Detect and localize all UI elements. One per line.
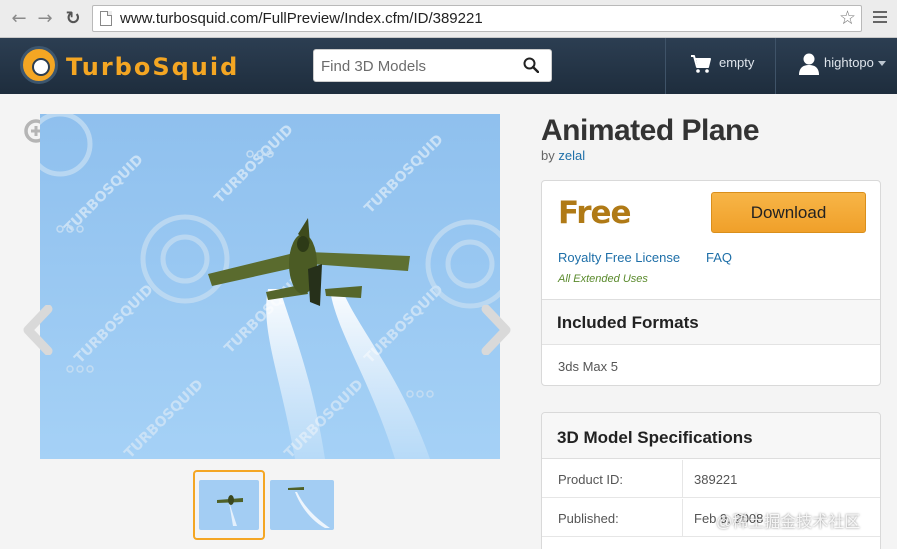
address-bar[interactable]: www.turbosquid.com/FullPreview/Index.cfm…: [92, 5, 862, 32]
author-link[interactable]: zelal: [558, 148, 585, 163]
watermark-text: TURBOSQUID: [72, 282, 157, 367]
watermark-text: TURBOSQUID: [62, 152, 147, 237]
spec-row: Product ID: 389221: [542, 460, 880, 498]
watermark-text: TURBOSQUID: [362, 132, 447, 217]
bookmark-star-icon[interactable]: ☆: [839, 7, 856, 29]
formats-section-header: Included Formats: [542, 299, 880, 345]
cart-icon: [691, 55, 711, 73]
site-logo[interactable]: TurboSquid: [20, 46, 270, 86]
header-divider: [775, 38, 776, 94]
hamburger-icon[interactable]: [873, 11, 887, 25]
price: Free: [558, 195, 632, 231]
cart-label: empty: [719, 55, 755, 70]
faq-link[interactable]: FAQ: [706, 250, 732, 265]
search-icon[interactable]: [523, 57, 539, 73]
search-box: [313, 49, 552, 82]
license-link[interactable]: Royalty Free License: [558, 250, 680, 265]
logo-text: TurboSquid: [66, 53, 240, 81]
spec-label: Published:: [558, 511, 619, 526]
squid-logo-icon: [20, 46, 58, 84]
airplane: [208, 218, 410, 306]
watermark-text: TURBOSQUID: [122, 377, 207, 459]
byline: by zelal: [541, 148, 585, 163]
smoke-trail: [266, 289, 325, 459]
chevron-down-icon: [878, 61, 886, 66]
spec-label: Product ID:: [558, 472, 624, 487]
specs-heading: 3D Model Specifications: [557, 428, 753, 447]
format-item: 3ds Max 5: [558, 359, 618, 374]
download-button[interactable]: Download: [711, 192, 866, 233]
browser-toolbar: ← → ↻ www.turbosquid.com/FullPreview/Ind…: [0, 0, 897, 38]
specs-section-header: 3D Model Specifications: [542, 413, 880, 459]
product-title: Animated Plane: [541, 114, 760, 147]
reload-icon[interactable]: ↻: [62, 8, 84, 30]
airplane-render: TURBOSQUID TURBOSQUID TURBOSQUID TURBOSQ…: [40, 114, 500, 459]
thumbnail-image: [199, 480, 259, 530]
overlay-watermark: @稀土掘金技术社区: [716, 514, 861, 531]
forward-arrow-icon[interactable]: →: [34, 8, 56, 30]
formats-heading: Included Formats: [557, 313, 699, 332]
extended-uses-label: All Extended Uses: [558, 273, 648, 285]
user-icon: [799, 53, 819, 75]
site-header: TurboSquid empty hightopo: [0, 38, 897, 94]
thumbnail-2[interactable]: [270, 470, 334, 540]
header-divider: [665, 38, 666, 94]
thumbnail-image: [270, 480, 334, 530]
watermark-text: TURBOSQUID: [212, 122, 297, 207]
purchase-card: Free Download Royalty Free License FAQ A…: [541, 180, 881, 386]
preview-image[interactable]: TURBOSQUID TURBOSQUID TURBOSQUID TURBOSQ…: [40, 114, 500, 459]
thumbnail-1[interactable]: [193, 470, 265, 540]
user-label: hightopo: [824, 55, 874, 70]
url-text[interactable]: www.turbosquid.com/FullPreview/Index.cfm…: [120, 10, 483, 27]
next-image-arrow-icon[interactable]: [478, 305, 514, 355]
page-icon: [100, 11, 112, 26]
spec-value: 389221: [694, 472, 738, 487]
by-prefix: by: [541, 148, 555, 163]
divider: [682, 499, 683, 537]
divider: [682, 460, 683, 498]
search-input[interactable]: [321, 56, 511, 76]
previous-image-arrow-icon[interactable]: [20, 305, 56, 355]
back-arrow-icon[interactable]: ←: [8, 8, 30, 30]
